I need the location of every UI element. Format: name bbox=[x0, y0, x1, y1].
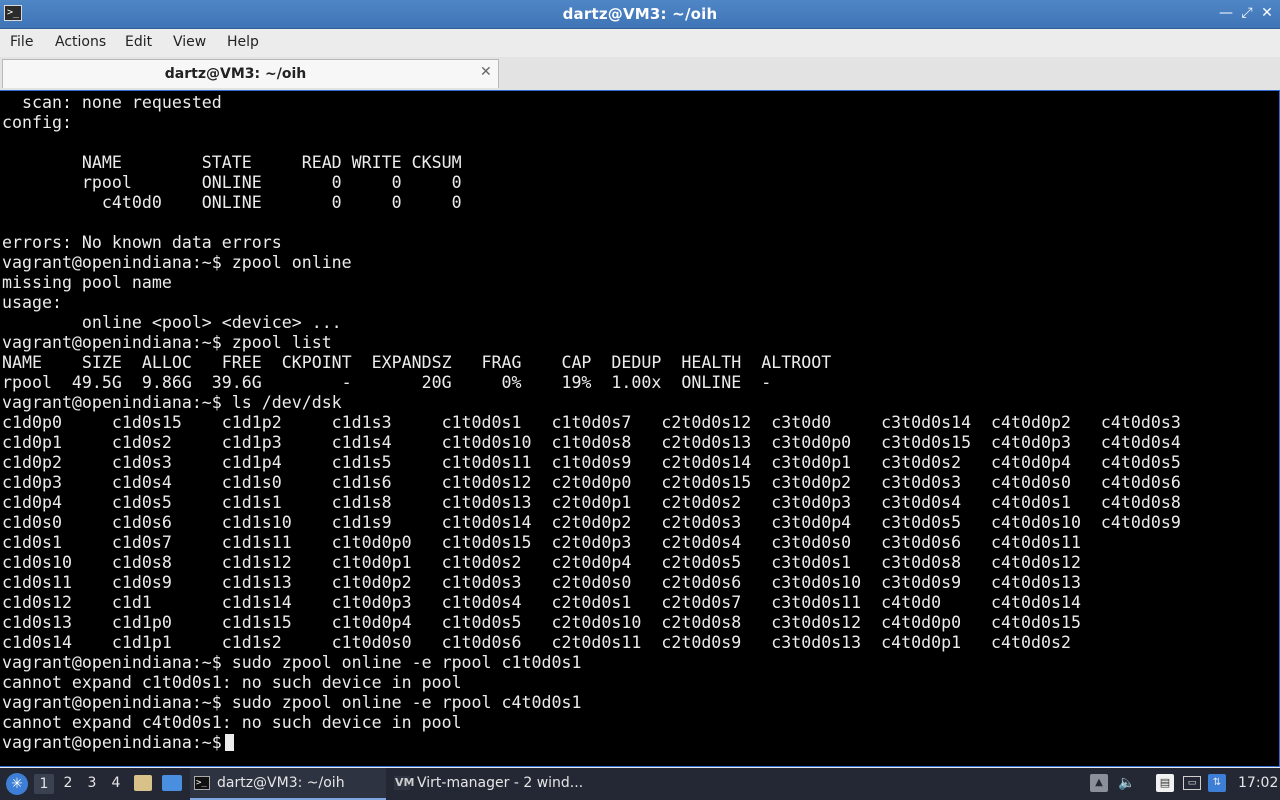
tab-label: dartz@VM3: ~/oih bbox=[164, 66, 307, 82]
terminal-line: c1d0s0 c1d0s6 c1d1s10 c1d1s9 c1t0d0s14 c… bbox=[2, 513, 1181, 532]
maximize-button[interactable]: ⤢ bbox=[1238, 4, 1256, 22]
terminal-line: usage: bbox=[2, 293, 62, 312]
terminal-line: c1d0s11 c1d0s9 c1d1s13 c1t0d0p2 c1t0d0s3… bbox=[2, 573, 1081, 592]
file-manager-icon[interactable] bbox=[134, 775, 152, 791]
minimize-button[interactable]: — bbox=[1217, 4, 1235, 22]
close-window-button[interactable]: ✕ bbox=[1258, 4, 1276, 22]
virt-manager-icon: VM bbox=[394, 776, 415, 790]
menu-view[interactable]: View bbox=[173, 34, 206, 50]
clock[interactable]: 17:02 bbox=[1238, 775, 1278, 791]
taskbar: ✳ 1 2 3 4 >_ dartz@VM3: ~/oih VM Virt-ma… bbox=[0, 768, 1280, 800]
tray-expand-icon[interactable]: ▲ bbox=[1090, 774, 1108, 792]
terminal-line: c1d0s13 c1d1p0 c1d1s15 c1t0d0p4 c1t0d0s5… bbox=[2, 613, 1081, 632]
terminal-line: vagrant@openindiana:~$ zpool list bbox=[2, 333, 332, 352]
terminal-line: c1d0p2 c1d0s3 c1d1p4 c1d1s5 c1t0d0s11 c1… bbox=[2, 453, 1181, 472]
terminal-line: vagrant@openindiana:~$ ls /dev/dsk bbox=[2, 393, 342, 412]
terminal-window: >_ dartz@VM3: ~/oih — ⤢ ✕ File Actions E… bbox=[0, 0, 1280, 768]
start-menu-icon[interactable]: ✳ bbox=[6, 773, 28, 795]
menu-help[interactable]: Help bbox=[227, 34, 259, 50]
terminal-line: vagrant@openindiana:~$ zpool online bbox=[2, 253, 352, 272]
tab-bar: dartz@VM3: ~/oih ✕ bbox=[0, 57, 1280, 90]
terminal-line: cannot expand c1t0d0s1: no such device i… bbox=[2, 673, 462, 692]
terminal-line: c1d0s14 c1d1p1 c1d1s2 c1t0d0s0 c1t0d0s6 … bbox=[2, 633, 1071, 652]
title-bar[interactable]: >_ dartz@VM3: ~/oih — ⤢ ✕ bbox=[0, 0, 1280, 29]
workspace-1[interactable]: 1 bbox=[34, 774, 54, 794]
terminal-line: vagrant@openindiana:~$ sudo zpool online… bbox=[2, 653, 582, 672]
terminal-output[interactable]: scan: none requested config: NAME STATE R… bbox=[0, 90, 1280, 767]
terminal-line: c1d0p3 c1d0s4 c1d1s0 c1d1s6 c1t0d0s12 c2… bbox=[2, 473, 1181, 492]
taskbar-item-terminal[interactable]: >_ dartz@VM3: ~/oih bbox=[190, 768, 386, 800]
terminal-line: scan: none requested bbox=[2, 93, 222, 112]
display-icon[interactable]: ▭ bbox=[1183, 776, 1201, 790]
menu-actions[interactable]: Actions bbox=[55, 34, 106, 50]
clipboard-icon[interactable]: ▤ bbox=[1156, 774, 1174, 792]
workspace-2[interactable]: 2 bbox=[58, 775, 78, 791]
terminal-line: missing pool name bbox=[2, 273, 172, 292]
terminal-line: c1d0s10 c1d0s8 c1d1s12 c1t0d0p1 c1t0d0s2… bbox=[2, 553, 1081, 572]
show-desktop-icon[interactable] bbox=[162, 775, 182, 791]
taskbar-item-label: dartz@VM3: ~/oih bbox=[217, 775, 345, 791]
menu-file[interactable]: File bbox=[10, 34, 33, 50]
window-title: dartz@VM3: ~/oih bbox=[562, 5, 718, 23]
text-cursor bbox=[224, 734, 234, 751]
terminal-line: cannot expand c4t0d0s1: no such device i… bbox=[2, 713, 462, 732]
terminal-line: vagrant@openindiana:~$ sudo zpool online… bbox=[2, 693, 582, 712]
tab-close-icon[interactable]: ✕ bbox=[480, 64, 492, 80]
terminal-line: NAME STATE READ WRITE CKSUM bbox=[2, 153, 462, 172]
terminal-line: online <pool> <device> ... bbox=[2, 313, 342, 332]
tab-terminal[interactable]: dartz@VM3: ~/oih ✕ bbox=[2, 59, 499, 88]
terminal-line: c1d0p1 c1d0s2 c1d1p3 c1d1s4 c1t0d0s10 c1… bbox=[2, 433, 1181, 452]
workspace-4[interactable]: 4 bbox=[106, 775, 126, 791]
terminal-lines: scan: none requested config: NAME STATE R… bbox=[2, 93, 1181, 753]
terminal-icon: >_ bbox=[194, 776, 210, 790]
volume-icon[interactable]: 🔈 bbox=[1118, 774, 1136, 792]
taskbar-item-label: Virt-manager - 2 wind... bbox=[417, 775, 584, 791]
terminal-line: c1d0p4 c1d0s5 c1d1s1 c1d1s8 c1t0d0s13 c2… bbox=[2, 493, 1181, 512]
terminal-line: config: bbox=[2, 113, 72, 132]
terminal-line: c1d0s12 c1d1 c1d1s14 c1t0d0p3 c1t0d0s4 c… bbox=[2, 593, 1081, 612]
menu-bar: File Actions Edit View Help bbox=[0, 29, 1280, 57]
terminal-line: c4t0d0 ONLINE 0 0 0 bbox=[2, 193, 462, 212]
terminal-line: c1d0s1 c1d0s7 c1d1s11 c1t0d0p0 c1t0d0s15… bbox=[2, 533, 1081, 552]
workspace-3[interactable]: 3 bbox=[82, 775, 102, 791]
taskbar-item-virt-manager[interactable]: VM Virt-manager - 2 wind... bbox=[390, 768, 590, 800]
terminal-prompt-line[interactable]: vagrant@openindiana:~$ bbox=[2, 733, 1181, 753]
network-icon[interactable]: ⇅ bbox=[1208, 774, 1226, 792]
terminal-line: NAME SIZE ALLOC FREE CKPOINT EXPANDSZ FR… bbox=[2, 353, 832, 372]
terminal-line: rpool ONLINE 0 0 0 bbox=[2, 173, 462, 192]
terminal-line: errors: No known data errors bbox=[2, 233, 282, 252]
menu-edit[interactable]: Edit bbox=[125, 34, 152, 50]
terminal-line: rpool 49.5G 9.86G 39.6G - 20G 0% 19% 1.0… bbox=[2, 373, 772, 392]
terminal-prompt: vagrant@openindiana:~$ bbox=[2, 733, 222, 752]
terminal-line: c1d0p0 c1d0s15 c1d1p2 c1d1s3 c1t0d0s1 c1… bbox=[2, 413, 1181, 432]
